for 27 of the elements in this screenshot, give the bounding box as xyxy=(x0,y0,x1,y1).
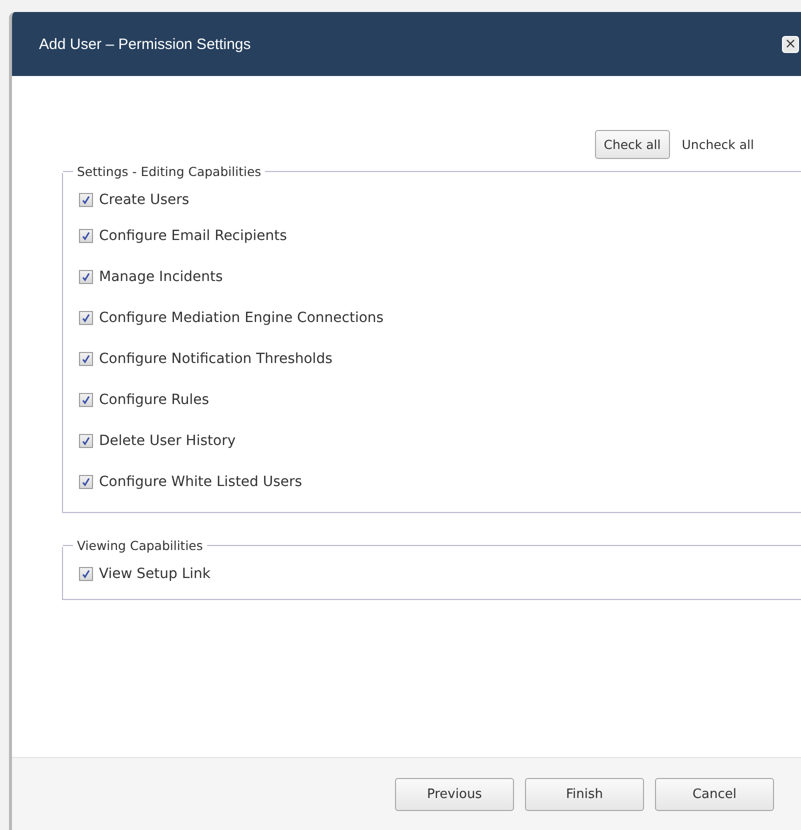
checkbox-label: View Setup Link xyxy=(99,566,211,582)
checkbox[interactable] xyxy=(79,434,93,448)
uncheck-all-link[interactable]: Uncheck all xyxy=(682,137,754,152)
finish-button[interactable]: Finish xyxy=(525,778,644,810)
checkbox-label: Configure White Listed Users xyxy=(99,474,302,490)
checkbox[interactable] xyxy=(79,567,93,581)
checkbox-label: Delete User History xyxy=(99,432,236,448)
group-legend: Settings - Editing Capabilities xyxy=(73,164,266,179)
checkbox[interactable] xyxy=(79,352,93,366)
checkbox-label: Configure Mediation Engine Connections xyxy=(99,310,384,326)
checkbox-label: Create Users xyxy=(99,192,190,208)
group-legend: Viewing Capabilities xyxy=(73,538,207,553)
checkbox[interactable] xyxy=(79,228,93,242)
checkbox-label: Configure Rules xyxy=(99,392,210,408)
checkbox-label: Configure Notification Thresholds xyxy=(99,350,332,366)
previous-button[interactable]: Previous xyxy=(395,778,514,810)
checkbox[interactable] xyxy=(79,392,93,406)
dialog-title: Add User – Permission Settings xyxy=(39,36,251,52)
cancel-button[interactable]: Cancel xyxy=(655,778,774,810)
checkbox[interactable] xyxy=(79,270,93,284)
checkbox[interactable] xyxy=(79,310,93,324)
checkbox-label: Configure Email Recipients xyxy=(99,228,287,244)
checkbox[interactable] xyxy=(79,474,93,488)
checkbox-label: Manage Incidents xyxy=(99,268,223,284)
close-button[interactable]: × xyxy=(782,36,799,52)
check-all-button[interactable]: Check all xyxy=(594,130,670,159)
checkbox[interactable] xyxy=(79,193,93,207)
